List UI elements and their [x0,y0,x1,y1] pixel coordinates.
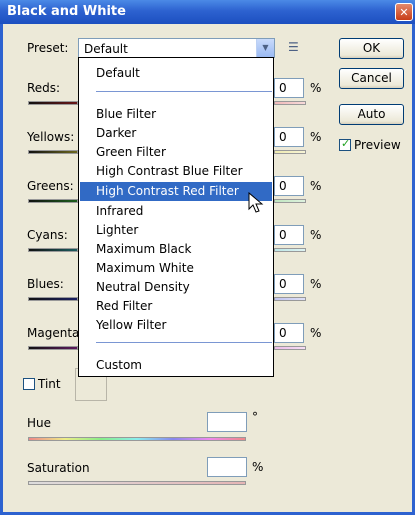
preset-option[interactable]: Blue Filter [96,107,156,121]
preset-option[interactable]: Neutral Density [96,280,190,294]
hue-label: Hue [27,416,52,430]
cyans-unit: % [310,228,322,242]
reds-slider-end [274,101,306,105]
cyans-slider[interactable] [28,248,78,252]
preset-option[interactable]: High Contrast Blue Filter [96,164,243,178]
yellows-slider[interactable] [28,150,78,154]
cancel-button[interactable]: Cancel [339,68,404,89]
preset-options-icon[interactable]: ☰ [288,40,299,54]
blues-slider-end [274,297,306,301]
yellows-slider-end [274,150,306,154]
reds-label: Reds: [27,81,61,95]
menu-separator [96,342,272,343]
greens-slider[interactable] [28,199,78,203]
preset-option[interactable]: Red Filter [96,299,152,313]
preset-select[interactable]: Default ▼ [78,38,275,58]
menu-separator [96,91,272,92]
yellows-input[interactable]: 0 [274,127,304,147]
preset-label: Preset: [27,41,69,55]
preset-dropdown-list: Default Blue Filter Darker Green Filter … [78,57,274,377]
magentas-slider-end [274,346,306,350]
ok-button[interactable]: OK [339,38,404,59]
magentas-input[interactable]: 0 [274,323,304,343]
blues-input[interactable]: 0 [274,274,304,294]
greens-input[interactable]: 0 [274,176,304,196]
greens-label: Greens: [27,179,74,193]
hue-unit: ° [252,410,258,424]
reds-slider[interactable] [28,101,78,105]
window-title: Black and White [7,4,126,19]
chevron-down-icon[interactable]: ▼ [256,39,274,57]
preset-option[interactable]: Custom [96,358,142,372]
tint-label: Tint [38,377,61,391]
preset-option[interactable]: Lighter [96,223,138,237]
saturation-label: Saturation [27,461,90,475]
greens-slider-end [274,199,306,203]
cyans-input[interactable]: 0 [274,225,304,245]
mouse-pointer-icon [248,192,264,213]
close-icon[interactable]: ✕ [395,3,413,21]
saturation-slider[interactable] [28,481,246,485]
preset-option[interactable]: Infrared [96,204,143,218]
auto-button[interactable]: Auto [339,104,404,125]
yellows-label: Yellows: [27,130,75,144]
cyans-slider-end [274,248,306,252]
greens-unit: % [310,179,322,193]
blues-label: Blues: [27,277,64,291]
preset-option-selected[interactable]: High Contrast Red Filter [96,184,239,198]
tint-checkbox[interactable] [23,378,35,390]
yellows-unit: % [310,130,322,144]
preset-option[interactable]: Maximum Black [96,242,191,256]
preview-checkbox[interactable] [339,137,351,151]
preset-option[interactable]: Darker [96,126,136,140]
saturation-input[interactable] [207,457,247,477]
hue-slider[interactable] [28,437,246,441]
magentas-unit: % [310,326,322,340]
preview-label: Preview [354,138,401,152]
saturation-unit: % [252,460,264,474]
blues-unit: % [310,277,322,291]
title-bar: Black and White ✕ [0,0,415,24]
preset-option[interactable]: Maximum White [96,261,194,275]
magentas-slider[interactable] [28,346,78,350]
preset-option[interactable]: Yellow Filter [96,318,166,332]
cyans-label: Cyans: [27,228,68,242]
reds-input[interactable]: 0 [274,78,304,98]
preset-option[interactable]: Green Filter [96,145,166,159]
preset-value: Default [84,42,128,56]
blues-slider[interactable] [28,297,78,301]
preset-option[interactable]: Default [96,66,140,80]
reds-unit: % [310,81,322,95]
hue-input[interactable] [207,412,247,432]
